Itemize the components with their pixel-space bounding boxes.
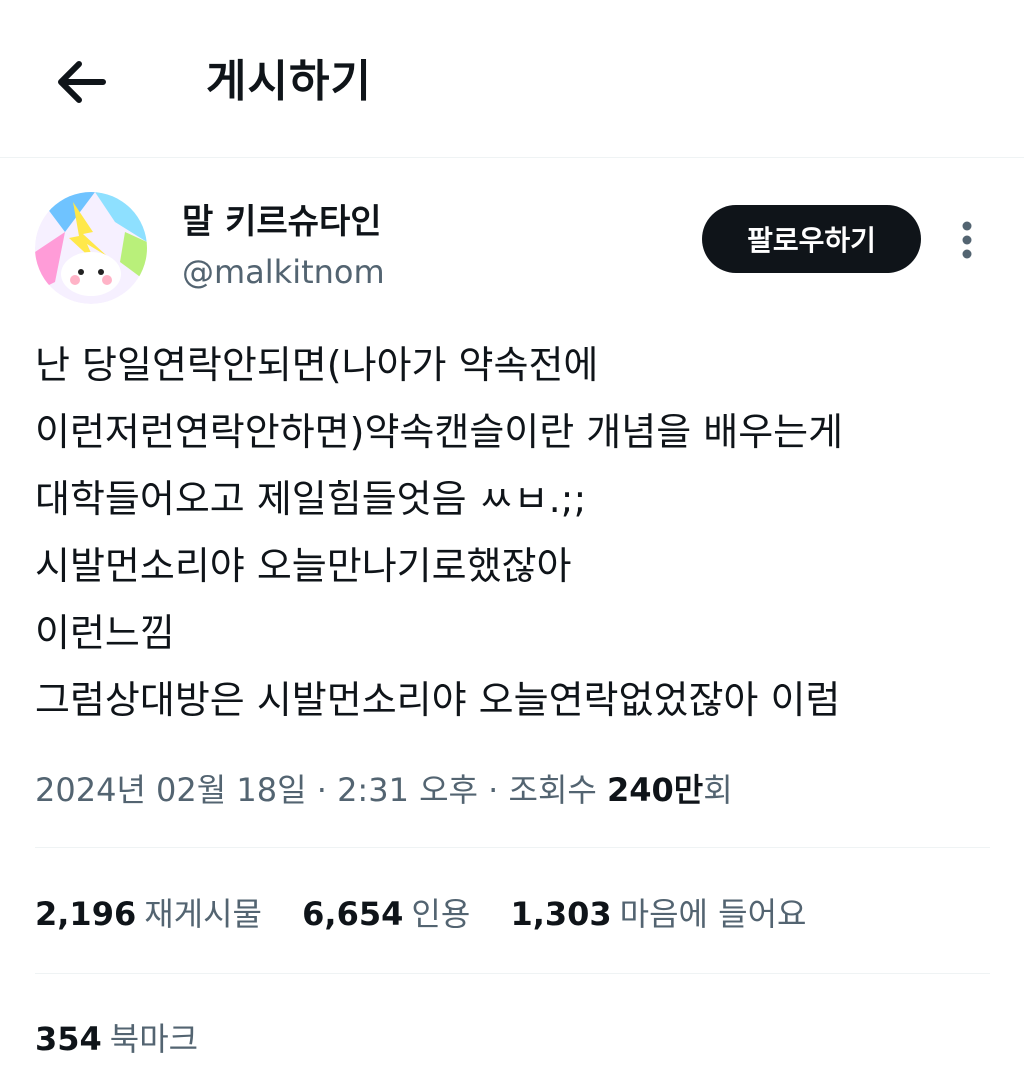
retweets-stat[interactable]: 2,196 재게시물 [35, 886, 262, 942]
views-label: 조회수 [508, 771, 607, 809]
top-header: 게시하기 [0, 0, 1024, 158]
likes-label: 마음에 들어요 [619, 895, 807, 933]
likes-stat[interactable]: 1,303 마음에 들어요 [510, 886, 806, 942]
views-count: 240만 [607, 771, 704, 809]
avatar[interactable] [35, 192, 147, 304]
arrow-left-icon [58, 61, 106, 103]
tweet-line: 시발먼소리야 오늘만나기로했잖아 [35, 544, 572, 588]
quotes-count: 6,654 [302, 895, 404, 933]
bookmarks-count: 354 [35, 1020, 102, 1058]
vertical-dots-icon [962, 221, 972, 259]
page-title: 게시하기 [206, 56, 372, 107]
bookmarks-label: 북마크 [109, 1020, 199, 1058]
tweet-line: 이런저런연락안하면)약속캔슬이란 개념을 배우는게 [35, 410, 844, 454]
more-options-button[interactable] [950, 216, 984, 264]
tweet-line: 이런느낌 [35, 611, 175, 655]
tweet-date[interactable]: 2024년 02월 18일 [35, 771, 307, 809]
meta-separator: · [306, 771, 338, 809]
retweets-label: 재게시물 [144, 895, 262, 933]
quotes-stat[interactable]: 6,654 인용 [302, 886, 470, 942]
follow-button[interactable]: 팔로우하기 [702, 205, 921, 273]
divider [35, 973, 990, 974]
tweet-line: 대학들어오고 제일힘들엇음 ㅆㅂ.;; [35, 477, 587, 521]
likes-count: 1,303 [510, 895, 612, 933]
tweet-time[interactable]: 2:31 오후 [337, 771, 478, 809]
quotes-label: 인용 [411, 895, 471, 933]
divider [35, 847, 990, 848]
engagement-stats: 2,196 재게시물 6,654 인용 1,303 마음에 들어요 [35, 886, 836, 942]
retweets-count: 2,196 [35, 895, 137, 933]
author-display-name[interactable]: 말 키르슈타인 [182, 200, 382, 244]
bookmarks-stat[interactable]: 354 북마크 [35, 1011, 198, 1067]
back-button[interactable] [48, 50, 112, 114]
tweet-line: 난 당일연락안되면(나아가 약속전에 [35, 343, 599, 387]
views-suffix: 회 [703, 771, 733, 809]
tweet-text: 난 당일연락안되면(나아가 약속전에 이런저런연락안하면)약속캔슬이란 개념을 … [35, 332, 995, 734]
tweet-line: 그럼상대방은 시발먼소리야 오늘연락없었잖아 이럼 [35, 678, 841, 722]
tweet-meta: 2024년 02월 18일 · 2:31 오후 · 조회수 240만회 [35, 762, 733, 818]
meta-separator: · [477, 771, 509, 809]
author-handle[interactable]: @malkitnom [182, 250, 385, 294]
